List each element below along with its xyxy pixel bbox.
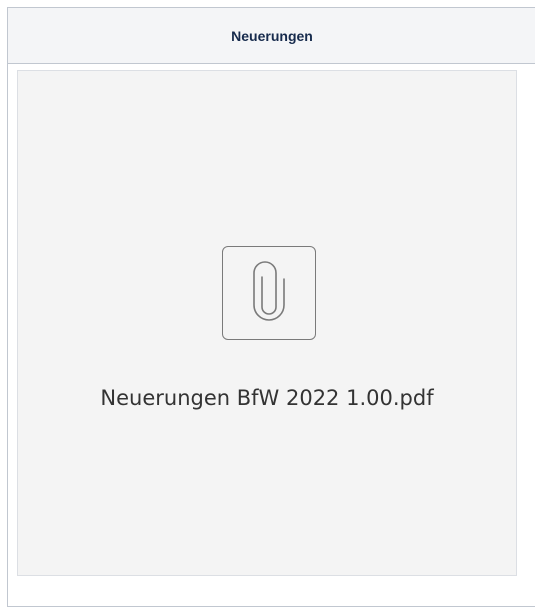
attachment-icon-frame (222, 246, 316, 340)
pdf-attachment-preview[interactable]: Neuerungen BfW 2022 1.00.pdf (17, 70, 517, 576)
panel-title: Neuerungen (231, 27, 313, 44)
panel-header: Neuerungen (8, 8, 535, 64)
attachment-file-name[interactable]: Neuerungen BfW 2022 1.00.pdf (18, 386, 516, 410)
paperclip-icon (253, 261, 285, 321)
